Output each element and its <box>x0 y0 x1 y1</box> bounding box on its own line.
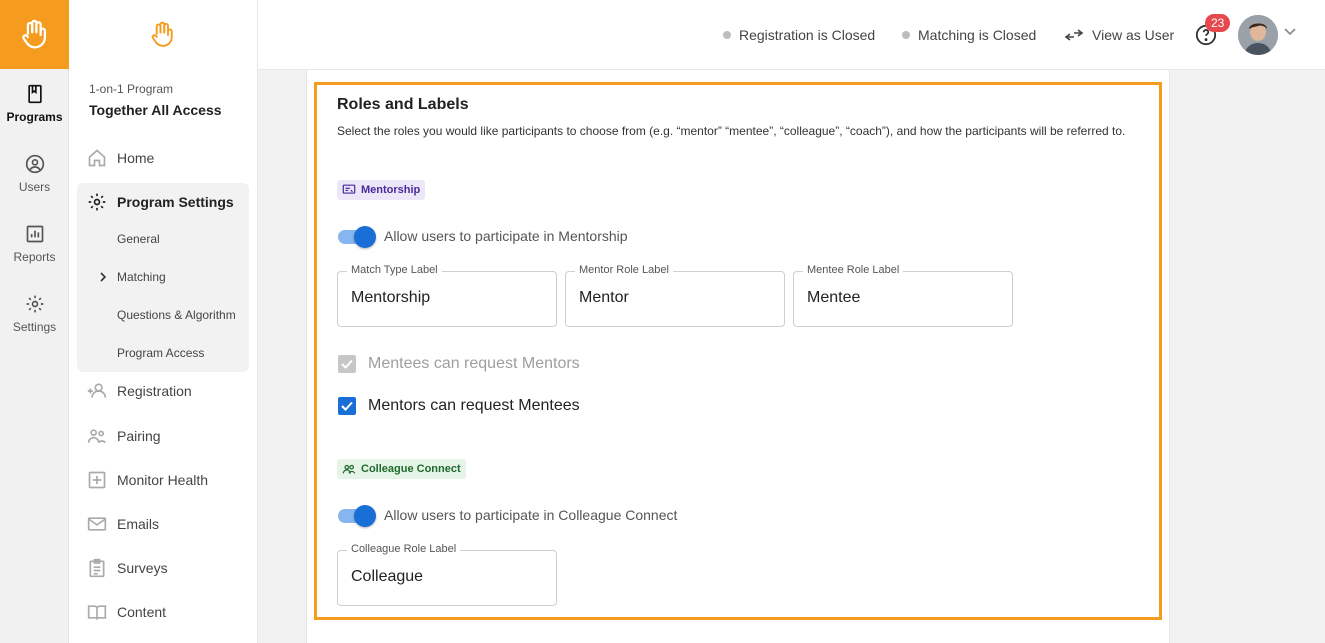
matching-status: Matching is Closed <box>902 27 1036 43</box>
presentation-icon <box>342 184 356 194</box>
colleague-chip-label: Colleague Connect <box>361 463 461 475</box>
field-value: Mentorship <box>351 289 431 306</box>
section-title: Roles and Labels <box>337 96 469 113</box>
toggle-knob <box>354 226 376 248</box>
mentor-role-label-field[interactable]: Mentor Role Label Mentor <box>565 264 785 327</box>
nav-general[interactable]: General <box>117 232 160 246</box>
swap-arrows-icon <box>1064 29 1084 41</box>
roles-section-highlight <box>314 82 1162 620</box>
mentors-request-checkbox[interactable] <box>338 397 356 415</box>
rail-settings[interactable]: Settings <box>0 279 69 349</box>
app-logo[interactable] <box>0 0 69 69</box>
field-label: Colleague Role Label <box>347 543 461 555</box>
mentors-request-label: Mentors can request Mentees <box>368 397 580 414</box>
status-dot <box>723 31 731 39</box>
registration-status-label: Registration is Closed <box>739 27 876 43</box>
gear-icon <box>26 295 43 313</box>
colleague-connect-chip: Colleague Connect <box>337 459 466 479</box>
colleague-toggle-label: Allow users to participate in Colleague … <box>384 507 678 523</box>
people-icon <box>87 429 106 444</box>
nav-monitor-health[interactable]: Monitor Health <box>77 462 249 498</box>
nav-registration-label: Registration <box>117 383 192 399</box>
nav-surveys-label: Surveys <box>117 560 168 576</box>
avatar[interactable] <box>1238 15 1278 55</box>
app-rail: Programs Users Reports Settings <box>0 0 69 643</box>
toggle-knob <box>354 505 376 527</box>
checkmark-icon <box>341 401 353 411</box>
match-type-label-field[interactable]: Match Type Label Mentorship <box>337 264 557 327</box>
mentees-request-checkbox[interactable] <box>338 355 356 373</box>
nav-content[interactable]: Content <box>77 594 249 630</box>
nav-home[interactable]: Home <box>77 140 249 176</box>
nav-program-settings-label: Program Settings <box>117 194 234 210</box>
view-as-user-label: View as User <box>1092 27 1175 43</box>
field-value: Colleague <box>351 568 424 585</box>
home-icon <box>88 149 106 167</box>
nav-monitor-health-label: Monitor Health <box>117 472 209 488</box>
field-label: Match Type Label <box>347 264 442 276</box>
mail-icon <box>87 517 107 531</box>
hand-wave-icon <box>21 19 46 48</box>
book-icon <box>27 84 42 104</box>
add-user-icon <box>87 383 107 398</box>
nav-home-label: Home <box>117 150 155 166</box>
open-book-icon <box>87 605 107 620</box>
checkmark-icon <box>341 359 353 369</box>
nav-emails[interactable]: Emails <box>77 506 249 542</box>
view-as-user-button[interactable]: View as User <box>1064 27 1174 43</box>
program-logo <box>69 0 257 69</box>
nav-matching[interactable]: Matching <box>117 270 166 284</box>
clipboard-icon <box>89 558 105 578</box>
nav-content-label: Content <box>117 604 167 620</box>
top-bar: Registration is Closed Matching is Close… <box>258 0 1325 70</box>
nav-pairing-label: Pairing <box>117 428 161 444</box>
colleague-role-label-field[interactable]: Colleague Role Label Colleague <box>337 543 557 606</box>
status-dot <box>902 31 910 39</box>
nav-emails-label: Emails <box>117 516 160 532</box>
nav-questions-algorithm[interactable]: Questions & Algorithm <box>117 308 236 322</box>
mentees-request-label: Mentees can request Mentors <box>368 355 580 372</box>
program-sidebar: 1-on-1 Program Together All Access Home … <box>69 0 258 643</box>
program-name: Together All Access <box>89 102 222 118</box>
rail-programs-label: Programs <box>6 110 63 124</box>
mentorship-toggle[interactable] <box>338 225 376 248</box>
mentorship-toggle-label: Allow users to participate in Mentorship <box>384 228 628 244</box>
field-label: Mentee Role Label <box>803 264 904 276</box>
rail-programs[interactable]: Programs <box>0 69 69 139</box>
rail-users[interactable]: Users <box>0 139 69 209</box>
section-description: Select the roles you would like particip… <box>337 124 1126 138</box>
hand-wave-icon <box>151 21 173 47</box>
nav-program-access[interactable]: Program Access <box>117 346 204 360</box>
rail-users-label: Users <box>18 180 51 194</box>
health-plus-icon <box>88 471 106 489</box>
chevron-down-icon[interactable] <box>1284 28 1296 36</box>
nav-surveys[interactable]: Surveys <box>77 550 249 586</box>
rail-reports-label: Reports <box>13 250 56 264</box>
field-label: Mentor Role Label <box>575 264 673 276</box>
user-avatar-icon <box>1238 15 1278 55</box>
mentorship-chip: Mentorship <box>337 180 426 200</box>
program-type: 1-on-1 Program <box>89 82 174 96</box>
rail-settings-label: Settings <box>12 320 57 334</box>
notification-badge: 23 <box>1205 14 1231 32</box>
colleague-toggle[interactable] <box>338 504 376 527</box>
mentorship-chip-label: Mentorship <box>361 184 421 196</box>
rail-reports[interactable]: Reports <box>0 209 69 279</box>
matching-status-label: Matching is Closed <box>918 27 1037 43</box>
nav-pairing[interactable]: Pairing <box>77 418 249 454</box>
chevron-right-icon <box>100 272 107 282</box>
gear-icon <box>88 193 106 211</box>
user-circle-icon <box>25 154 44 174</box>
chart-icon <box>26 225 43 243</box>
nav-program-settings[interactable]: Program Settings <box>77 184 249 220</box>
field-value: Mentee <box>807 289 861 306</box>
nav-registration[interactable]: Registration <box>77 373 249 409</box>
mentee-role-label-field[interactable]: Mentee Role Label Mentee <box>793 264 1013 327</box>
registration-status: Registration is Closed <box>723 27 875 43</box>
field-value: Mentor <box>579 289 629 306</box>
people-icon <box>342 464 356 474</box>
